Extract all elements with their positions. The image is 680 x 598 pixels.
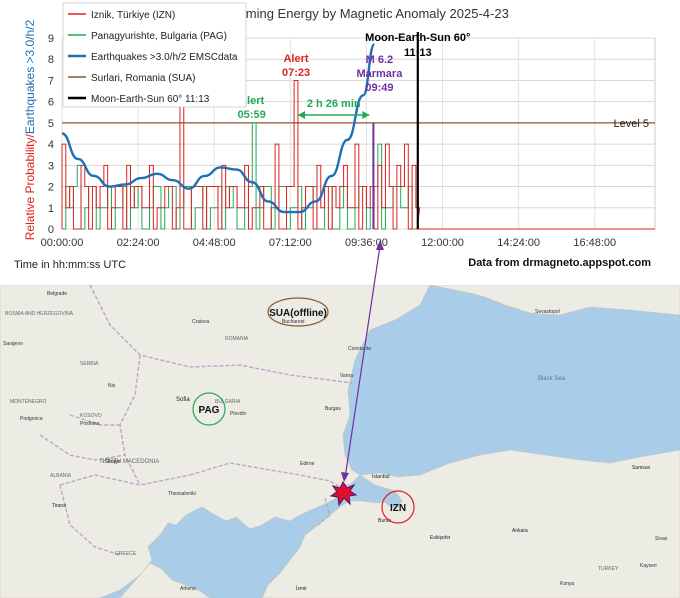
- y-axis-label-part2: Earthquakes >3.0/h/2: [23, 19, 37, 134]
- place-label-plovdiv: Plovdiv: [230, 411, 247, 417]
- place-label-kosovo: KOSOVO: [80, 413, 102, 419]
- map-panel: BelgradeBucharestSofiaIstanbulBursaAnkar…: [0, 285, 680, 598]
- place-label-eskisehir: Eskişehir: [430, 535, 451, 541]
- place-label-craiova: Craiova: [192, 319, 209, 325]
- x-tick-label: 09:36:00: [345, 237, 388, 249]
- place-label-izmir: İzmir: [296, 585, 307, 592]
- place-label-romania: ROMANIA: [225, 336, 249, 342]
- place-label-ankara: Ankara: [512, 528, 528, 534]
- y-tick-label: 0: [48, 224, 54, 236]
- quake-label: 09:49: [365, 82, 393, 94]
- x-tick-label: 07:12:00: [269, 237, 312, 249]
- x-tick-label: 12:00:00: [421, 237, 464, 249]
- place-label-bucharest: Bucharest: [282, 319, 305, 325]
- chart-title: Incoming Energy by Magnetic Anomaly 2025…: [221, 6, 509, 21]
- y-axis-label-part1: Relative Probability/: [23, 134, 37, 241]
- place-label-sivas: Sivas: [655, 536, 668, 542]
- chart-panel: Incoming Energy by Magnetic Anomaly 2025…: [0, 0, 680, 285]
- place-label-nis: Nis: [108, 383, 116, 389]
- moon-time-label: 11:13: [404, 47, 432, 59]
- place-label-turkey: TURKEY: [598, 566, 619, 572]
- y-axis-label: Relative Probability/Earthquakes >3.0/h/…: [23, 19, 37, 240]
- place-label-samsun: Samsun: [632, 465, 651, 471]
- place-label-bosnia: BOSNIA AND HERZEGOVINA: [5, 311, 74, 317]
- place-label-pristina: Prishtina: [80, 421, 100, 427]
- x-tick-label: 02:24:00: [117, 237, 160, 249]
- place-label-tirana: Tirana: [52, 503, 66, 509]
- legend: Iznik, Türkiye (IZN) Panagyurishte, Bulga…: [62, 2, 247, 108]
- x-axis-label: Time in hh:mm:ss UTC: [14, 259, 126, 271]
- place-label-serbia: SERBIA: [80, 361, 99, 367]
- place-label-edirne: Edirne: [300, 461, 315, 467]
- place-label-montenegro: MONTENEGRO: [10, 399, 47, 405]
- alert-time-label: 05:59: [238, 109, 266, 121]
- place-label-athens: Athens: [180, 586, 196, 592]
- y-tick-label: 1: [48, 203, 54, 215]
- place-label-black_sea: Black Sea: [538, 376, 566, 382]
- place-label-sofia: Sofia: [176, 397, 190, 403]
- alert-time-label: 07:23: [282, 67, 310, 79]
- place-label-varna: Varna: [340, 373, 353, 379]
- y-tick-label: 9: [48, 33, 54, 45]
- y-tick-label: 7: [48, 75, 54, 87]
- place-label-north_macedonia: NORTH MACEDONIA: [100, 459, 159, 465]
- x-tick-label: 04:48:00: [193, 237, 236, 249]
- place-label-kayseri: Kayseri: [640, 563, 657, 569]
- legend-entry: Earthquakes >3.0/h/2 EMSCdata: [91, 52, 238, 63]
- place-label-istanbul: Istanbul: [372, 474, 390, 480]
- source-label: Data from drmagneto.appspot.com: [468, 257, 651, 269]
- place-label-greece: GREECE: [115, 551, 137, 557]
- y-tick-label: 3: [48, 160, 54, 172]
- quake-label: M 6.2: [366, 54, 394, 66]
- legend-entry: Surlari, Romania (SUA): [91, 73, 195, 84]
- moon-label: Moon-Earth-Sun 60°: [365, 32, 470, 44]
- legend-entry: Moon-Earth-Sun 60° 11:13: [91, 94, 210, 105]
- quake-label: Marmara: [356, 68, 403, 80]
- y-tick-label: 8: [48, 54, 54, 66]
- x-tick-label: 00:00:00: [41, 237, 84, 249]
- place-label-thessaloniki: Thessaloniki: [168, 491, 196, 497]
- y-tick-label: 5: [48, 118, 54, 130]
- x-tick-label: 16:48:00: [573, 237, 616, 249]
- y-tick-label: 4: [48, 139, 54, 151]
- place-label-belgrade: Belgrade: [47, 291, 67, 297]
- station-label: SUA(offline): [269, 308, 327, 319]
- place-label-sevastopol: Sevastopol: [535, 309, 560, 315]
- y-tick-label: 2: [48, 182, 54, 194]
- level-5-label: Level 5: [614, 118, 649, 130]
- interval-label: 2 h 26 min: [307, 98, 361, 110]
- place-label-albania: ALBANIA: [50, 473, 72, 479]
- legend-entry: Panagyurishte, Bulgaria (PAG): [91, 31, 227, 42]
- svg-text:Relative Probability/Earthquak: Relative Probability/Earthquakes >3.0/h/…: [23, 19, 37, 240]
- place-label-podgorica: Podgorica: [20, 416, 43, 422]
- alert-label: Alert: [283, 53, 308, 65]
- station-label: IZN: [390, 503, 406, 514]
- place-label-konya: Konya: [560, 581, 574, 587]
- y-tick-label: 6: [48, 97, 54, 109]
- x-tick-label: 14:24:00: [497, 237, 540, 249]
- place-label-burgas: Burgas: [325, 406, 341, 412]
- legend-entry: Iznik, Türkiye (IZN): [91, 10, 175, 21]
- place-label-sarajevo: Sarajevo: [3, 341, 23, 347]
- place-label-constanta: Constanta: [348, 346, 371, 352]
- station-label: PAG: [199, 405, 220, 416]
